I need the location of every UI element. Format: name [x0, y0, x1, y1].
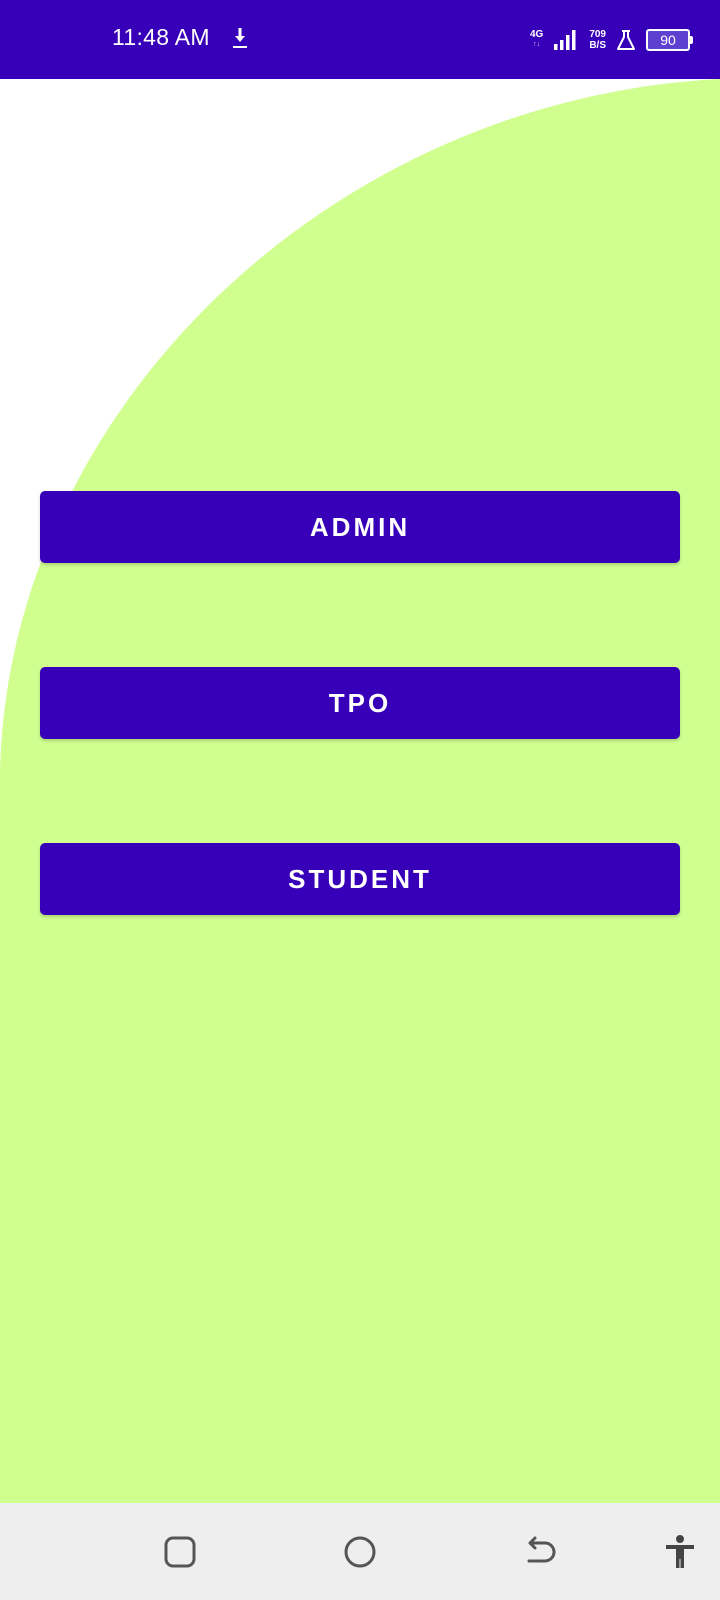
recents-icon [164, 1536, 196, 1568]
main-content: ADMIN TPO STUDENT [0, 79, 720, 1503]
student-button[interactable]: STUDENT [40, 843, 680, 915]
network-type-label: 4G [529, 29, 544, 40]
background-blob [0, 79, 720, 1503]
network-type: 4G ↑↓ [530, 30, 543, 50]
flask-icon [617, 30, 635, 50]
network-speed-value: 709 [589, 29, 606, 40]
home-button[interactable] [339, 1531, 381, 1573]
network-activity: ↑↓ [533, 41, 541, 48]
tpo-button[interactable]: TPO [40, 667, 680, 739]
signal-icon [554, 30, 576, 50]
back-icon [527, 1536, 556, 1563]
app-screen: 11:48 AM 4G ↑↓ 709 B/S 90 ADMIN TPO STUD… [0, 0, 720, 1600]
battery-icon: 90 [646, 29, 693, 51]
download-icon [233, 28, 247, 48]
recents-button[interactable] [159, 1531, 201, 1573]
admin-button[interactable]: ADMIN [40, 491, 680, 563]
accessibility-icon [666, 1535, 694, 1568]
battery-level: 90 [660, 32, 676, 48]
network-speed-unit: B/S [589, 40, 606, 51]
accessibility-button[interactable] [659, 1531, 701, 1573]
status-bar: 11:48 AM 4G ↑↓ 709 B/S 90 [0, 0, 720, 79]
status-indicators: 4G ↑↓ 709 B/S 90 [530, 24, 693, 56]
navigation-bar [0, 1503, 720, 1600]
home-icon [344, 1536, 376, 1568]
network-speed: 709 B/S [589, 29, 606, 51]
back-button[interactable] [519, 1531, 561, 1573]
status-time: 11:48 AM [112, 24, 210, 50]
